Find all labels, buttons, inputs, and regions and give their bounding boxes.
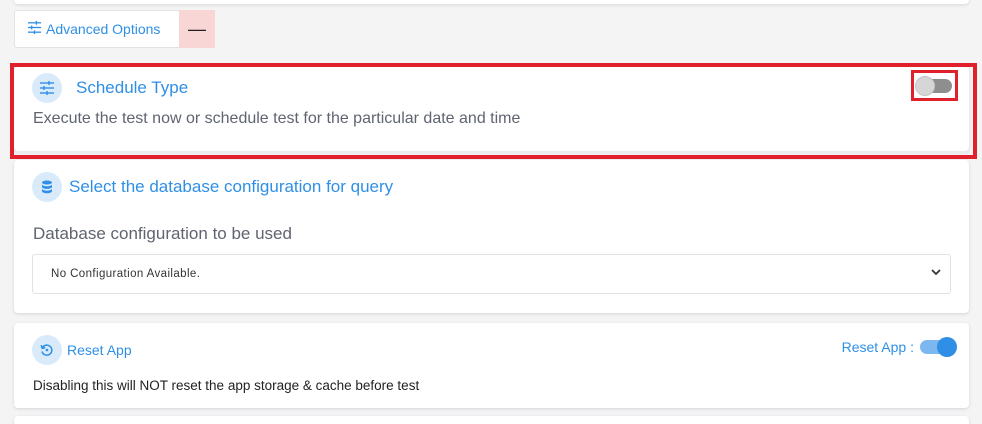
page: Advanced Options — Schedule Type Execute… — [0, 0, 982, 424]
previous-card — [14, 0, 969, 4]
sliders-icon — [27, 20, 42, 38]
reset-app-toggle-label: Reset App : — [841, 339, 914, 355]
advanced-options-label: Advanced Options — [46, 21, 161, 37]
toggle-highlight-box — [911, 70, 958, 101]
collapse-button[interactable]: — — [179, 10, 215, 48]
chevron-down-icon — [930, 265, 942, 283]
next-card — [14, 416, 969, 424]
database-config-card: Select the database configuration for qu… — [14, 160, 969, 313]
database-icon — [32, 172, 62, 202]
advanced-options-button[interactable]: Advanced Options — [14, 10, 179, 48]
reset-app-header: Reset App — [32, 335, 132, 365]
schedule-toggle[interactable] — [915, 76, 952, 96]
database-config-select[interactable]: No Configuration Available. — [32, 254, 951, 294]
reset-app-toggle-group: Reset App : — [841, 337, 957, 357]
reset-app-description: Disabling this will NOT reset the app st… — [33, 378, 420, 393]
reset-icon — [32, 335, 62, 365]
reset-app-title: Reset App — [67, 342, 132, 358]
reset-app-card: Reset App Reset App : Disabling this wil… — [14, 323, 969, 408]
database-config-header: Select the database configuration for qu… — [32, 172, 393, 202]
reset-app-toggle[interactable] — [920, 337, 957, 357]
database-config-label: Database configuration to be used — [33, 224, 292, 243]
highlight-box — [10, 63, 977, 159]
toggle-knob — [915, 76, 935, 96]
database-config-title: Select the database configuration for qu… — [69, 177, 394, 196]
database-config-selected-value: No Configuration Available. — [51, 268, 201, 280]
advanced-options-group: Advanced Options — — [14, 10, 215, 48]
toggle-knob — [937, 337, 957, 357]
minus-icon: — — [188, 18, 206, 39]
